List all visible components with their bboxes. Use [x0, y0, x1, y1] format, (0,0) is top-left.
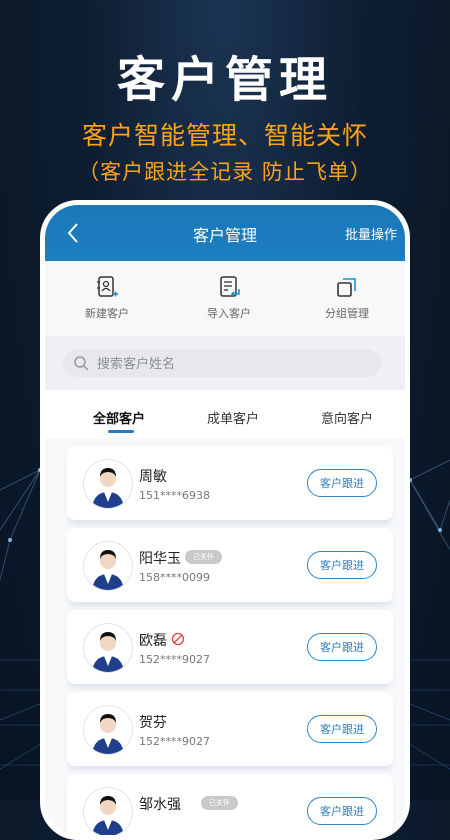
avatar [83, 459, 133, 509]
customer-name: 贺芬 [139, 715, 167, 731]
customer-name: 阳华玉 [139, 551, 181, 567]
import-customer-button[interactable]: 导入客户 [179, 275, 279, 321]
add-contact-icon [97, 276, 118, 297]
avatar [83, 623, 133, 673]
customer-name: 邹水强 [139, 797, 181, 813]
follow-up-button[interactable]: 客户跟进 [307, 715, 377, 743]
search-input[interactable] [95, 353, 359, 375]
list-item[interactable]: 邹水强 已关怀 客户跟进 [67, 774, 393, 835]
list-item[interactable]: 周敏 151****6938 客户跟进 [67, 446, 393, 520]
quick-action-label: 导入客户 [207, 307, 251, 320]
avatar [83, 541, 133, 591]
new-customer-button[interactable]: 新建客户 [57, 275, 157, 321]
customer-list: 周敏 151****6938 客户跟进 阳华玉 已关怀 158****0099 … [45, 438, 405, 835]
tab-all-customers[interactable]: 全部客户 [93, 408, 145, 427]
list-item[interactable]: 贺芬 152****9027 客户跟进 [67, 692, 393, 766]
group-manage-button[interactable]: 分组管理 [297, 275, 397, 321]
promo-subtitle-2: （客户跟进全记录 防止飞单） [78, 160, 372, 184]
promo-title: 客户管理 [116, 52, 333, 108]
follow-up-button[interactable]: 客户跟进 [307, 797, 377, 825]
list-item[interactable]: 阳华玉 已关怀 158****0099 客户跟进 [67, 528, 393, 602]
cared-badge: 已关怀 [201, 796, 238, 810]
quick-action-label: 分组管理 [325, 307, 369, 320]
batch-operation-button[interactable]: 批量操作 [345, 224, 397, 243]
avatar [83, 705, 133, 755]
import-doc-icon [220, 276, 240, 297]
customer-phone: 152****9027 [139, 653, 210, 666]
list-item[interactable]: 欧磊 152****9027 客户跟进 [67, 610, 393, 684]
customer-phone: 158****0099 [139, 571, 210, 584]
quick-action-label: 新建客户 [85, 307, 129, 320]
search-box[interactable] [63, 349, 381, 377]
group-icon [337, 278, 356, 297]
search-bar [45, 336, 405, 390]
customer-tabs: 全部客户 成单客户 意向客户 [45, 390, 405, 438]
follow-up-button[interactable]: 客户跟进 [307, 551, 377, 579]
follow-up-button[interactable]: 客户跟进 [307, 633, 377, 661]
app-bar: 客户管理 批量操作 [45, 205, 405, 261]
promo-subtitle: 客户智能管理、智能关怀 [81, 121, 368, 150]
cared-badge: 已关怀 [185, 550, 222, 564]
search-icon [74, 356, 89, 371]
customer-phone: 152****9027 [139, 735, 210, 748]
avatar [83, 787, 133, 835]
tab-intent-customers[interactable]: 意向客户 [321, 408, 373, 427]
follow-up-button[interactable]: 客户跟进 [307, 469, 377, 497]
phone-frame: 客户管理 批量操作 新建客户 导入客户 分组管理 搜索客户姓名 全部客户 成单客… [40, 200, 410, 840]
customer-name: 欧磊 [139, 633, 167, 649]
customer-phone: 151****6938 [139, 489, 210, 502]
quick-actions: 新建客户 导入客户 分组管理 [45, 261, 405, 336]
customer-name: 周敏 [139, 469, 167, 485]
no-entry-icon [171, 632, 185, 646]
tab-indicator [108, 430, 134, 433]
tab-closed-customers[interactable]: 成单客户 [207, 408, 259, 427]
